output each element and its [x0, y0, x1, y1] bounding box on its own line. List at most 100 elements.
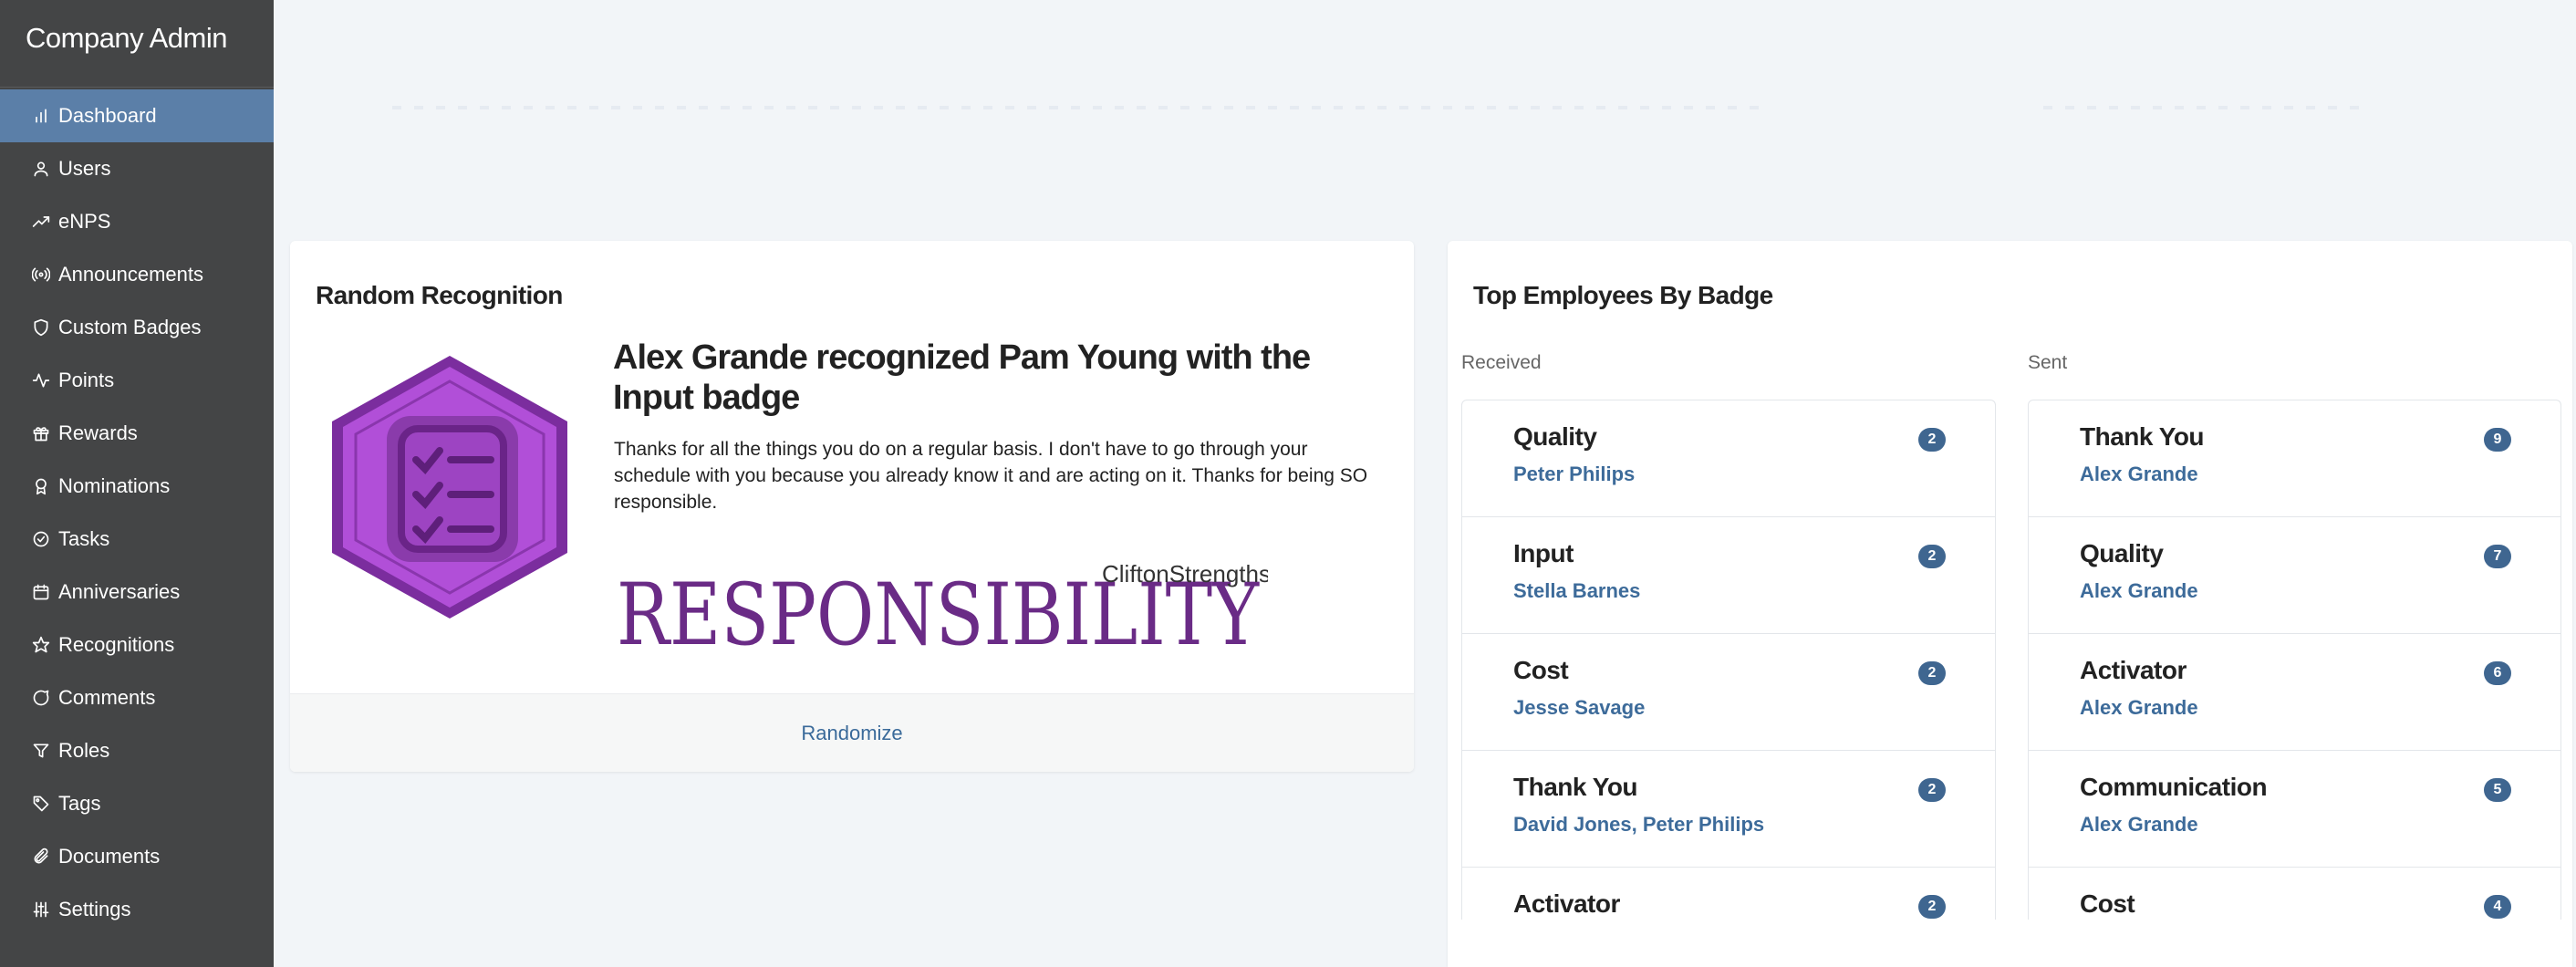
sidebar-item-label: Users: [58, 157, 111, 180]
sidebar-item-label: Dashboard: [58, 104, 157, 127]
brand-title[interactable]: Company Admin: [0, 0, 274, 88]
strength-brand: CliftonStrengths: [1102, 560, 1268, 587]
employee-link[interactable]: Alex Grande: [2080, 696, 2198, 719]
sidebar-item-settings[interactable]: Settings: [0, 883, 274, 936]
employee-link[interactable]: Alex Grande: [2080, 463, 2198, 485]
check-circle-icon: [31, 529, 51, 549]
activity-icon: [31, 370, 51, 390]
sidebar-item-label: Nominations: [58, 474, 171, 497]
count-badge: 2: [1918, 428, 1946, 452]
received-badge-list: Quality 2 Peter Philips Input 2 Stella Barnes…: [1461, 400, 1996, 920]
sidebar-item-points[interactable]: Points: [0, 354, 274, 407]
sliders-icon: [31, 899, 51, 920]
calendar-icon: [31, 582, 51, 602]
sidebar-item-comments[interactable]: Comments: [0, 671, 274, 724]
top-employees-title: Top Employees By Badge: [1473, 281, 1773, 309]
sidebar-item-dashboard[interactable]: Dashboard: [0, 89, 274, 142]
user-icon: [31, 159, 51, 179]
employee-link[interactable]: Stella Barnes: [1513, 579, 1640, 602]
sidebar: Company Admin Dashboard Users eNPS Announce…: [0, 0, 274, 967]
sidebar-item-label: Anniversaries: [58, 580, 181, 603]
badge-people: Alex Grande: [2080, 579, 2560, 603]
badge-row: Thank You 9 Alex Grande: [2029, 400, 2560, 517]
sidebar-item-label: Tags: [58, 792, 101, 815]
sidebar-item-label: Roles: [58, 739, 110, 762]
employee-link[interactable]: Alex Grande: [2080, 813, 2198, 836]
badge-row: Activator 6 Alex Grande: [2029, 634, 2560, 751]
sidebar-item-label: eNPS: [58, 210, 111, 233]
shield-icon: [31, 317, 51, 338]
gift-icon: [31, 423, 51, 443]
message-circle-icon: [31, 688, 51, 708]
employee-link[interactable]: Peter Philips: [1643, 813, 1764, 836]
badge-row: Quality 7 Alex Grande: [2029, 517, 2560, 634]
count-badge: 5: [2484, 778, 2511, 802]
sidebar-item-users[interactable]: Users: [0, 142, 274, 195]
badge-row: Activator 2: [1462, 868, 1995, 920]
count-badge: 6: [2484, 661, 2511, 685]
count-badge: 2: [1918, 661, 1946, 685]
award-icon: [31, 476, 51, 496]
badge-people: Alex Grande: [2080, 813, 2560, 837]
sent-label: Sent: [2028, 352, 2068, 373]
filter-icon: [31, 741, 51, 761]
paperclip-icon: [31, 847, 51, 867]
sidebar-item-tasks[interactable]: Tasks: [0, 513, 274, 566]
sidebar-item-label: Custom Badges: [58, 316, 202, 338]
sidebar-item-label: Documents: [58, 845, 161, 868]
employee-link[interactable]: Alex Grande: [2080, 579, 2198, 602]
badge-row: Quality 2 Peter Philips: [1462, 400, 1995, 517]
randomize-link[interactable]: Randomize: [801, 722, 902, 745]
count-badge: 7: [2484, 545, 2511, 568]
count-badge: 4: [2484, 895, 2511, 919]
sidebar-item-documents[interactable]: Documents: [0, 830, 274, 883]
badge-people: Alex Grande: [2080, 696, 2560, 720]
sidebar-item-anniversaries[interactable]: Anniversaries: [0, 566, 274, 619]
badge-people: Stella Barnes: [1513, 579, 1995, 603]
employee-link[interactable]: David Jones: [1513, 813, 1632, 836]
separator: ,: [1631, 813, 1643, 836]
top-employees-card: Top Employees By Badge Received Sent Qua…: [1448, 241, 2572, 967]
count-badge: 2: [1918, 545, 1946, 568]
sidebar-item-recognitions[interactable]: Recognitions: [0, 619, 274, 671]
chart-placeholder: [392, 106, 1761, 109]
employee-link[interactable]: Jesse Savage: [1513, 696, 1645, 719]
badge-people: Alex Grande: [2080, 463, 2560, 486]
sidebar-item-label: Announcements: [58, 263, 203, 286]
badge-row: Cost 2 Jesse Savage: [1462, 634, 1995, 751]
sidebar-item-label: Comments: [58, 686, 156, 709]
sent-badge-list: Thank You 9 Alex Grande Quality 7 Alex Grande…: [2028, 400, 2561, 920]
recognition-heading: Alex Grande recognized Pam Young with th…: [613, 338, 1311, 417]
badge-row: Input 2 Stella Barnes: [1462, 517, 1995, 634]
badge-people: Jesse Savage: [1513, 696, 1995, 720]
badge-row: Communication 5 Alex Grande: [2029, 751, 2560, 868]
sidebar-item-nominations[interactable]: Nominations: [0, 460, 274, 513]
chart-placeholder-2: [2043, 106, 2372, 109]
badge-row: Thank You 2 David Jones, Peter Philips: [1462, 751, 1995, 868]
responsibility-strength-image: RESPONSIBILITY CliftonStrengths: [611, 531, 1271, 665]
recognition-message: Thanks for all the things you do on a re…: [614, 439, 1368, 513]
trending-up-icon: [31, 212, 51, 232]
badge-people: David Jones, Peter Philips: [1513, 813, 1995, 837]
sidebar-item-roles[interactable]: Roles: [0, 724, 274, 777]
sidebar-item-rewards[interactable]: Rewards: [0, 407, 274, 460]
sidebar-item-label: Tasks: [58, 527, 110, 550]
count-badge: 2: [1918, 895, 1946, 919]
employee-link[interactable]: Peter Philips: [1513, 463, 1635, 485]
count-badge: 9: [2484, 428, 2511, 452]
sidebar-item-tags[interactable]: Tags: [0, 777, 274, 830]
sidebar-nav: Dashboard Users eNPS Announcements Custom Ba…: [0, 89, 274, 936]
badge-people: Peter Philips: [1513, 463, 1995, 486]
sidebar-item-enps[interactable]: eNPS: [0, 195, 274, 248]
sidebar-item-announcements[interactable]: Announcements: [0, 248, 274, 301]
random-recognition-title: Random Recognition: [316, 281, 563, 309]
bar-chart-icon: [31, 106, 51, 126]
random-recognition-card: Random Recognition Alex Grande recognize…: [290, 241, 1414, 772]
sidebar-item-custom-badges[interactable]: Custom Badges: [0, 301, 274, 354]
sidebar-item-label: Rewards: [58, 421, 138, 444]
received-label: Received: [1461, 352, 1542, 373]
card-footer: Randomize: [290, 693, 1414, 772]
sidebar-item-label: Settings: [58, 898, 131, 920]
sidebar-item-label: Recognitions: [58, 633, 175, 656]
star-icon: [31, 635, 51, 655]
